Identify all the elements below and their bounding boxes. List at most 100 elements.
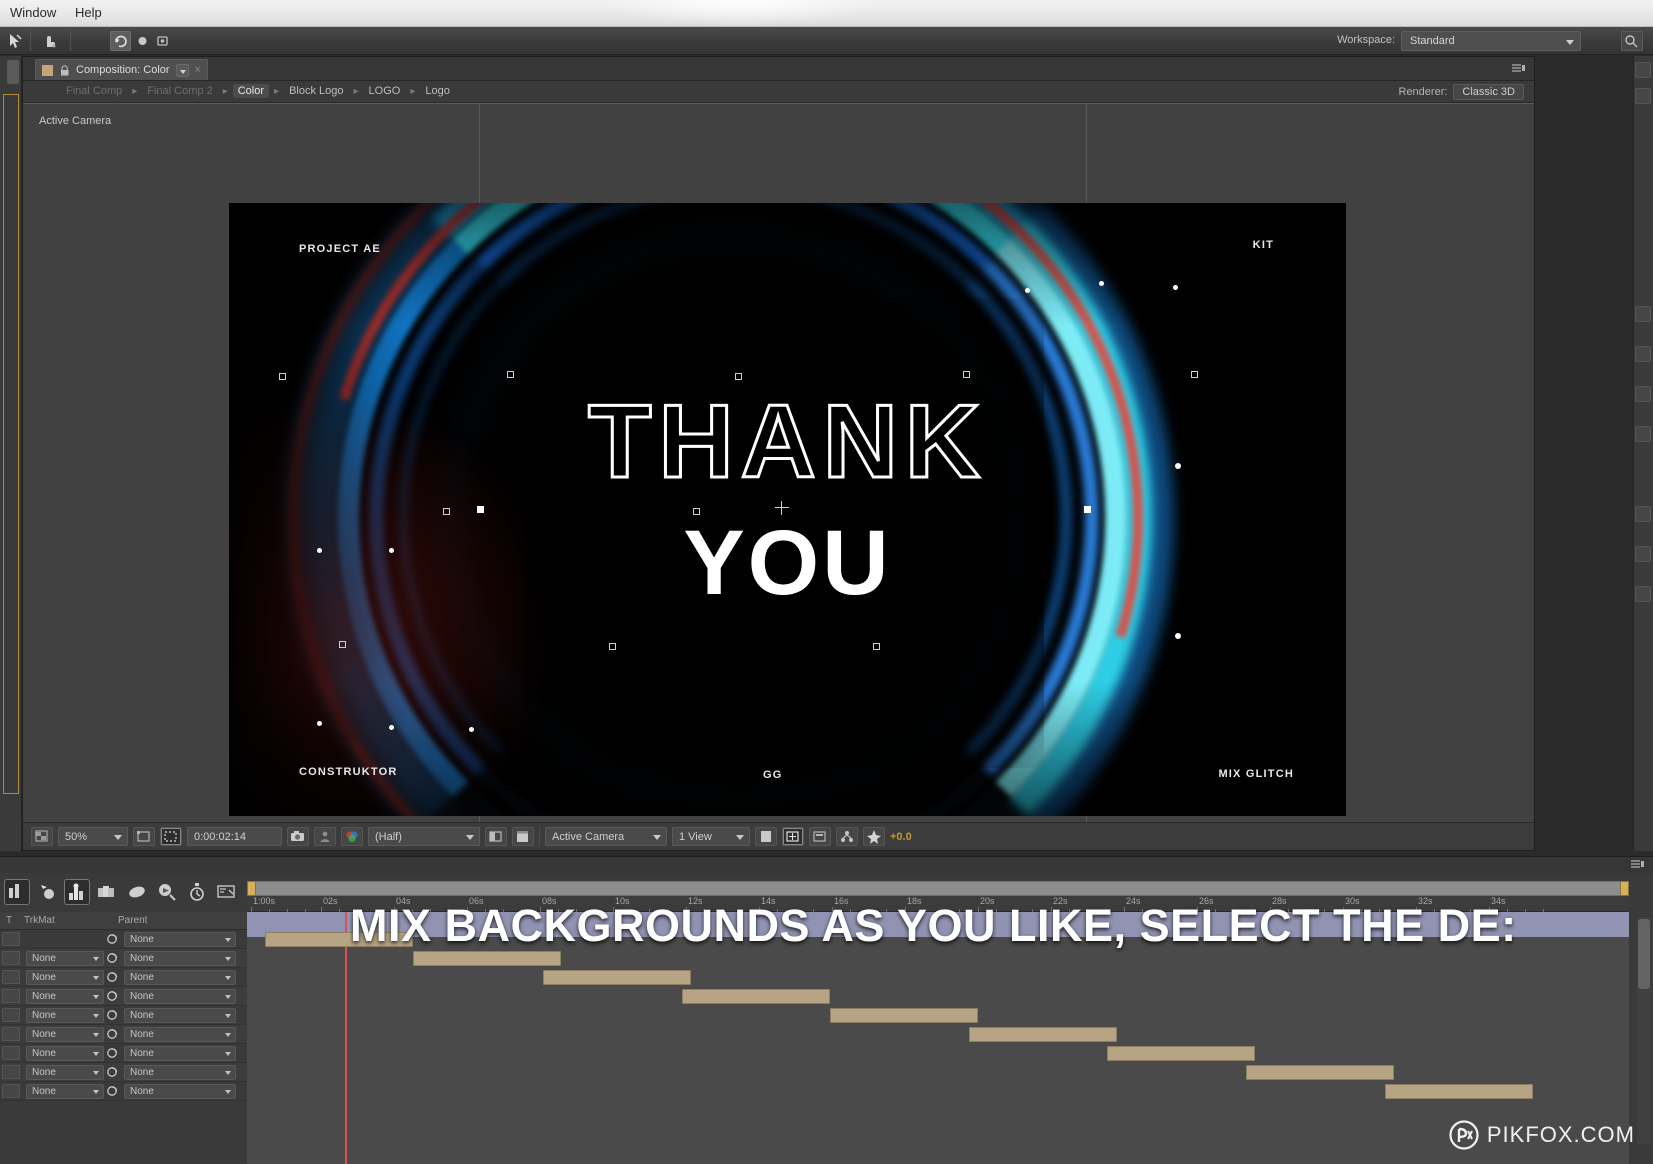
pick-whip-icon[interactable] <box>104 1008 120 1022</box>
magnification-select[interactable]: 50% <box>58 827 128 846</box>
trkmat-select[interactable]: None <box>26 1045 104 1061</box>
table-row[interactable]: None <box>0 930 247 949</box>
parent-select[interactable]: None <box>124 969 236 985</box>
layer-type-cell[interactable] <box>2 970 20 984</box>
fast-previews-icon[interactable] <box>782 827 804 846</box>
right-rail-panel-icon-5[interactable] <box>1635 386 1651 402</box>
layer-duration-bar[interactable] <box>413 951 561 966</box>
layer-handle[interactable] <box>963 371 970 378</box>
tab-composition-color[interactable]: Composition: Color × <box>35 59 208 80</box>
right-rail-panel-icon-6[interactable] <box>1635 426 1651 442</box>
pick-whip-icon[interactable] <box>104 1027 120 1041</box>
right-rail-panel-icon-3[interactable] <box>1635 306 1651 322</box>
parent-select[interactable]: None <box>124 950 236 966</box>
motion-blur-icon[interactable] <box>64 879 90 905</box>
show-channel-icon[interactable] <box>341 827 363 846</box>
close-icon[interactable]: × <box>195 64 201 76</box>
table-row[interactable]: None None <box>0 968 247 987</box>
left-rail-scrollbar[interactable] <box>7 60 19 84</box>
layer-duration-bar[interactable] <box>1385 1084 1533 1099</box>
right-rail-panel-icon-4[interactable] <box>1635 346 1651 362</box>
breadcrumb-item-2[interactable]: Color <box>232 84 270 98</box>
layer-handle[interactable] <box>339 641 346 648</box>
layer-handle[interactable] <box>609 643 616 650</box>
parent-select[interactable]: None <box>124 1083 236 1099</box>
layer-type-cell[interactable] <box>2 1027 20 1041</box>
pick-whip-icon[interactable] <box>104 932 120 946</box>
menu-window[interactable]: Window <box>10 5 56 20</box>
breadcrumb-item-3[interactable]: Block Logo <box>284 84 348 98</box>
layer-type-cell[interactable] <box>2 932 20 946</box>
table-row[interactable]: None None <box>0 1006 247 1025</box>
right-rail-panel-icon-7[interactable] <box>1635 506 1651 522</box>
parent-select[interactable]: None <box>124 1064 236 1080</box>
rotation-tool-icon[interactable] <box>110 31 131 51</box>
auto-keyframe-icon[interactable] <box>184 879 210 905</box>
trkmat-select[interactable]: None <box>26 1083 104 1099</box>
playhead[interactable] <box>345 912 347 1164</box>
layer-handle[interactable] <box>443 508 450 515</box>
composition-viewer[interactable]: Active Camera THANK YOU PROJECT AE KIT C… <box>23 103 1534 822</box>
layer-type-cell[interactable] <box>2 1065 20 1079</box>
layer-handle[interactable] <box>873 643 880 650</box>
tab-menu-chevron-icon[interactable] <box>175 63 189 77</box>
timeline-panel-menu-icon[interactable] <box>1629 858 1645 873</box>
hand-tool-icon[interactable] <box>40 31 61 51</box>
right-rail-panel-icon-9[interactable] <box>1635 586 1651 602</box>
trkmat-select[interactable]: None <box>26 1007 104 1023</box>
parent-select[interactable]: None <box>124 1026 236 1042</box>
trkmat-select[interactable]: None <box>26 969 104 985</box>
lock-icon[interactable] <box>59 64 70 76</box>
parent-select[interactable]: None <box>124 1007 236 1023</box>
camera-select[interactable]: Active Camera <box>545 827 667 846</box>
table-row[interactable]: None None <box>0 949 247 968</box>
breadcrumb-item-0[interactable]: Final Comp <box>61 84 127 98</box>
workspace-select[interactable]: Standard <box>1401 31 1581 51</box>
pick-whip-icon[interactable] <box>104 989 120 1003</box>
pick-whip-icon[interactable] <box>104 1046 120 1060</box>
draft-3d-icon[interactable] <box>34 879 60 905</box>
trkmat-select[interactable]: None <box>26 988 104 1004</box>
pick-whip-icon[interactable] <box>104 1065 120 1079</box>
toggle-mask-paths-icon[interactable] <box>160 827 182 846</box>
parent-select[interactable]: None <box>124 1045 236 1061</box>
layer-duration-bar[interactable] <box>830 1008 978 1023</box>
table-row[interactable]: None None <box>0 1044 247 1063</box>
region-of-interest-icon[interactable] <box>133 827 155 846</box>
trkmat-select[interactable]: None <box>26 950 104 966</box>
pixel-aspect-correction-icon[interactable] <box>755 827 777 846</box>
panel-menu-icon[interactable] <box>1510 62 1526 77</box>
table-row[interactable]: None None <box>0 1063 247 1082</box>
menu-help[interactable]: Help <box>75 5 102 20</box>
toggle-guides-icon[interactable] <box>512 827 534 846</box>
render-queue-icon[interactable] <box>214 879 240 905</box>
exposure-value[interactable]: +0.0 <box>890 831 912 843</box>
shy-layers-icon[interactable] <box>124 879 150 905</box>
breadcrumb-item-1[interactable]: Final Comp 2 <box>142 84 217 98</box>
layer-handle[interactable] <box>1191 371 1198 378</box>
resolution-select[interactable]: (Half) <box>368 827 480 846</box>
work-area-end-handle[interactable] <box>1620 881 1629 896</box>
layer-duration-bar[interactable] <box>543 970 691 985</box>
layer-type-cell[interactable] <box>2 1008 20 1022</box>
adjust-exposure-icon[interactable] <box>863 827 885 846</box>
pick-whip-icon[interactable] <box>104 951 120 965</box>
table-row[interactable]: None None <box>0 1082 247 1101</box>
timeline-quick-icon[interactable] <box>809 827 831 846</box>
composition-mini-flowchart-icon[interactable] <box>4 879 30 905</box>
layer-duration-bar[interactable] <box>1107 1046 1255 1061</box>
breadcrumb-item-5[interactable]: Logo <box>420 84 454 98</box>
layer-handle[interactable] <box>279 373 286 380</box>
layer-type-cell[interactable] <box>2 989 20 1003</box>
work-area-start-handle[interactable] <box>247 881 256 896</box>
layer-handle[interactable] <box>507 371 514 378</box>
search-help-button[interactable] <box>1621 31 1643 51</box>
show-snapshot-icon[interactable] <box>314 827 336 846</box>
pick-whip-icon[interactable] <box>104 970 120 984</box>
layer-type-cell[interactable] <box>2 951 20 965</box>
trkmat-select[interactable]: None <box>26 1064 104 1080</box>
parent-select[interactable]: None <box>124 931 236 947</box>
parent-select[interactable]: None <box>124 988 236 1004</box>
renderer-value[interactable]: Classic 3D <box>1453 84 1524 100</box>
trkmat-select[interactable]: None <box>26 1026 104 1042</box>
